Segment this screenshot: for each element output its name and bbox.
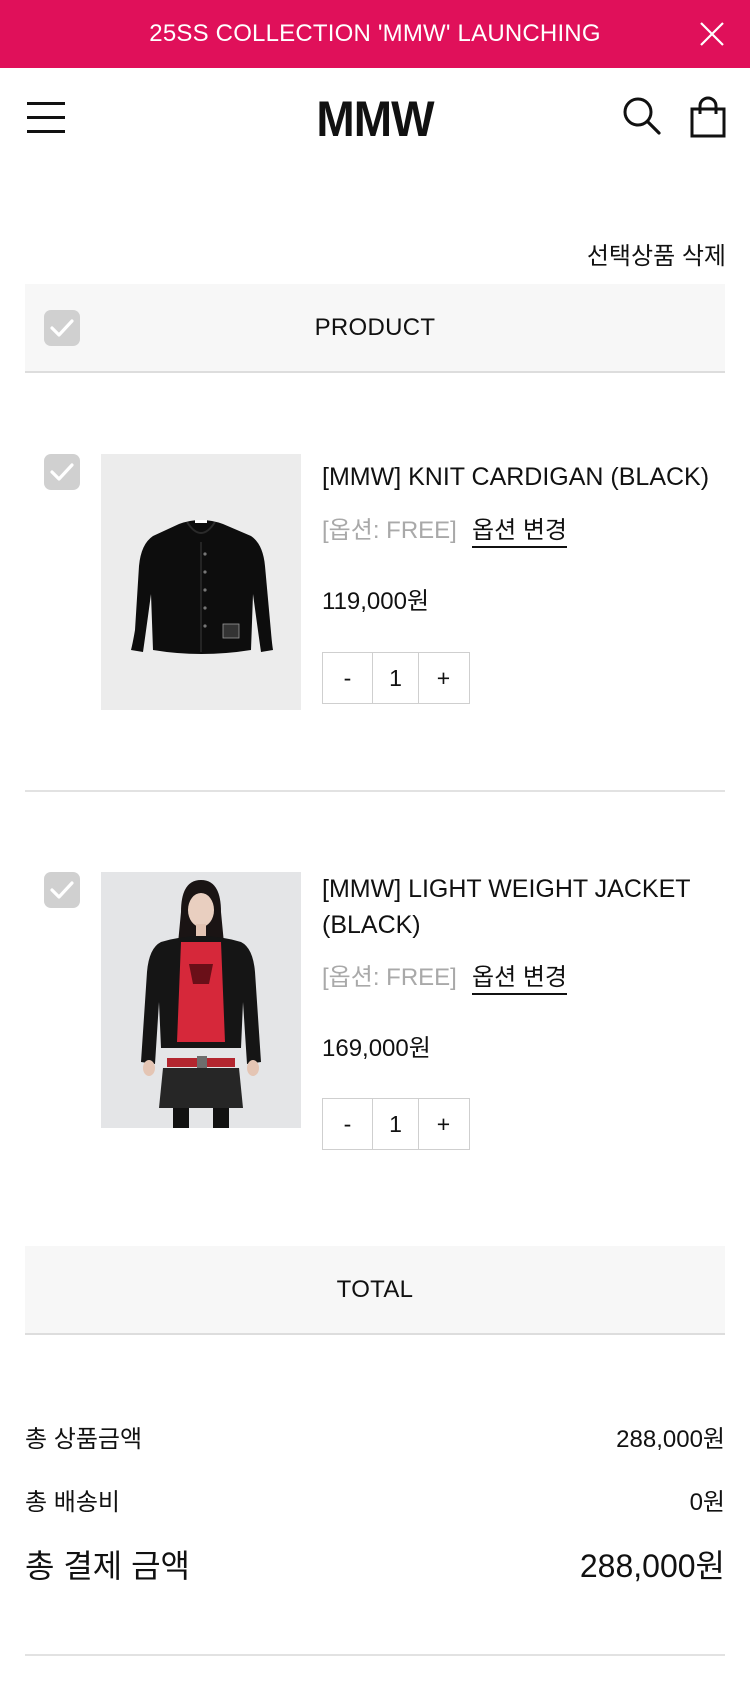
item-checkbox[interactable] [44, 872, 80, 908]
item-option: [옵션: FREE] [322, 964, 457, 991]
banner-text[interactable]: 25SS COLLECTION 'MMW' LAUNCHING [0, 20, 750, 48]
item-checkbox[interactable] [44, 454, 80, 490]
product-amount-label: 총 상품금액 [25, 1426, 143, 1453]
close-icon[interactable] [698, 20, 726, 48]
item-price: 169,000원 [322, 1035, 431, 1062]
item-name[interactable]: [MMW] LIGHT WEIGHT JACKET (BLACK) [322, 871, 722, 943]
quantity-stepper: - 1 + [322, 1098, 470, 1150]
item-name[interactable]: [MMW] KNIT CARDIGAN (BLACK) [322, 459, 722, 495]
shopping-bag-icon[interactable] [690, 96, 726, 138]
quantity-value[interactable]: 1 [373, 653, 419, 703]
site-header: MMW [0, 68, 750, 168]
quantity-increase-button[interactable]: + [419, 1099, 468, 1149]
total-header-label: TOTAL [336, 1276, 414, 1303]
promo-banner: 25SS COLLECTION 'MMW' LAUNCHING [0, 0, 750, 68]
footer-divider [25, 1654, 725, 1656]
quantity-value[interactable]: 1 [373, 1099, 419, 1149]
cart-item: [MMW] LIGHT WEIGHT JACKET (BLACK) [옵션: F… [25, 871, 725, 1150]
grand-total-value: 288,000원 [579, 1548, 725, 1584]
item-divider [25, 790, 725, 792]
delete-selected-button[interactable]: 선택상품 삭제 [560, 236, 726, 271]
product-amount-value: 288,000원 [616, 1426, 725, 1453]
quantity-stepper: - 1 + [322, 652, 470, 704]
quantity-increase-button[interactable]: + [419, 653, 468, 703]
change-option-link[interactable]: 옵션 변경 [472, 510, 567, 548]
cart-item: [MMW] KNIT CARDIGAN (BLACK) [옵션: FREE] 옵… [25, 453, 725, 711]
grand-total-label: 총 결제 금액 [25, 1548, 190, 1584]
product-header-row: PRODUCT [25, 284, 725, 373]
product-header-label: PRODUCT [314, 314, 436, 341]
search-icon[interactable] [622, 96, 662, 136]
change-option-link[interactable]: 옵션 변경 [472, 957, 567, 995]
item-option: [옵션: FREE] [322, 517, 457, 544]
shipping-fee-label: 총 배송비 [25, 1489, 120, 1516]
quantity-decrease-button[interactable]: - [323, 653, 373, 703]
quantity-decrease-button[interactable]: - [323, 1099, 373, 1149]
product-image-cardigan[interactable] [101, 454, 301, 710]
shipping-fee-value: 0원 [689, 1489, 725, 1516]
total-header-row: TOTAL [25, 1246, 725, 1335]
item-price: 119,000원 [322, 588, 430, 615]
product-image-jacket[interactable] [101, 872, 301, 1128]
brand-logo[interactable]: MMW [30, 90, 720, 148]
